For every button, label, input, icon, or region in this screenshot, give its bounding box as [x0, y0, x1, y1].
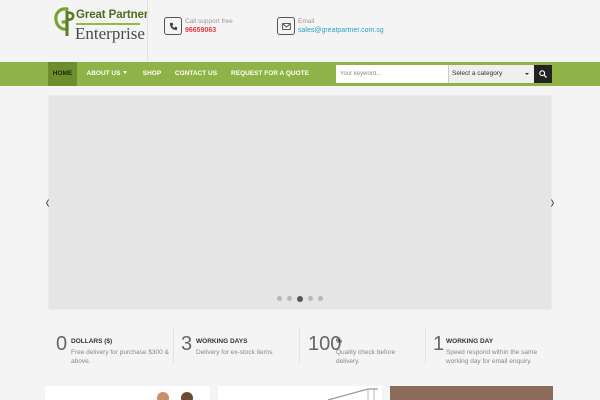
feature-desc: Delivery for ex-stock items.	[196, 349, 275, 356]
feature-divider	[425, 328, 426, 364]
phone-contact: Call support free 96659063	[164, 17, 254, 37]
envelope-icon	[277, 17, 295, 35]
nav-quote-label: REQUEST FOR A QUOTE	[231, 70, 309, 77]
phone-label: Call support free	[185, 18, 233, 25]
logo-text-line2: Enterprise	[75, 24, 145, 43]
feature-divider	[299, 328, 300, 364]
nav-shop[interactable]: SHOP	[139, 62, 165, 86]
category-select-value: Select a category	[452, 70, 503, 77]
nav-contact-us[interactable]: CONTACT US	[171, 62, 221, 86]
feature-working-days: 3 WORKING DAYS Delivery for ex-stock ite…	[181, 333, 291, 373]
nav-home-label: HOME	[52, 70, 73, 77]
site-logo[interactable]: Great Partner Enterprise	[53, 6, 148, 46]
product-card[interactable]	[218, 386, 382, 400]
feature-number: 3	[181, 333, 193, 355]
hero-slider[interactable]	[48, 95, 552, 310]
header-divider	[147, 0, 148, 62]
search-input[interactable]	[336, 65, 448, 83]
feature-speed-respond: 1 WORKING DAY Speed respond within the s…	[433, 333, 553, 373]
product-image-railing	[327, 388, 378, 400]
feature-title: DOLLARS ($)	[71, 338, 113, 345]
slider-dot[interactable]	[318, 296, 323, 301]
site-header: Great Partner Enterprise Call support fr…	[0, 0, 600, 62]
feature-number: 0	[56, 333, 68, 355]
slider-dot-active[interactable]	[297, 295, 303, 302]
slider-dot[interactable]	[277, 296, 282, 301]
logo-mark-icon	[54, 7, 75, 36]
feature-divider	[173, 328, 174, 364]
search-button[interactable]	[534, 65, 552, 83]
feature-desc: Quality check before delivery.	[336, 349, 396, 365]
feature-desc: Free delivery for purchase $300 & above.	[71, 349, 169, 365]
slider-dot[interactable]	[308, 296, 313, 301]
slider-dot[interactable]	[287, 296, 292, 301]
nav-about-us[interactable]: ABOUT US	[82, 62, 132, 86]
category-select[interactable]: Select a category	[448, 65, 534, 83]
search-icon	[539, 70, 547, 78]
phone-number[interactable]: 96659063	[185, 27, 216, 34]
select-caret-icon	[525, 73, 529, 75]
feature-quality-check: 100 % Quality check before delivery.	[308, 333, 418, 373]
nav-home[interactable]: HOME	[48, 62, 77, 86]
chevron-right-icon[interactable]	[551, 199, 554, 207]
nav-request-quote[interactable]: REQUEST FOR A QUOTE	[227, 62, 313, 86]
email-label: Email	[298, 18, 315, 25]
phone-icon	[164, 17, 182, 35]
nav-about-label: ABOUT US	[86, 70, 121, 77]
nav-shop-label: SHOP	[142, 70, 162, 77]
chevron-left-icon[interactable]	[46, 199, 49, 207]
feature-desc: Speed respond within the same working da…	[446, 349, 538, 365]
product-card[interactable]	[45, 386, 210, 400]
chevron-down-icon	[123, 71, 128, 74]
feature-title: WORKING DAYS	[196, 338, 248, 345]
feature-title: %	[336, 338, 342, 345]
email-contact: Email sales@greatpartner.com.sg	[277, 17, 397, 37]
feature-number: 1	[433, 333, 445, 355]
feature-free-delivery: 0 DOLLARS ($) Free delivery for purchase…	[56, 333, 169, 373]
feature-title: WORKING DAY	[446, 338, 494, 345]
nav-contact-label: CONTACT US	[174, 70, 218, 77]
product-card[interactable]	[390, 386, 553, 400]
email-address[interactable]: sales@greatpartner.com.sg	[298, 27, 384, 34]
product-image-people	[157, 392, 193, 400]
logo-text-line1: Great Partner	[76, 9, 149, 21]
